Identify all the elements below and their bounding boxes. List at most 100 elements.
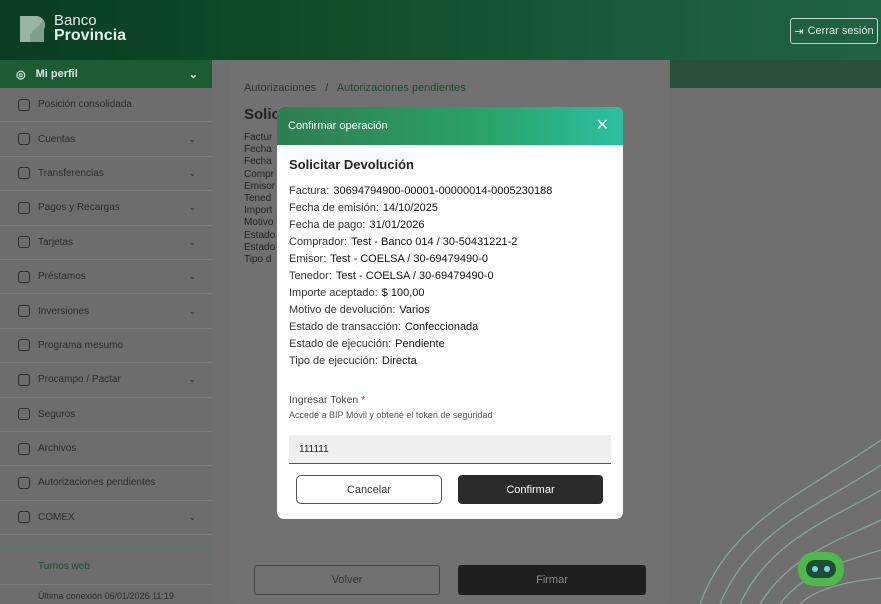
logout-button[interactable]: ⇥ Cerrar sesión	[790, 18, 878, 44]
chevron-down-icon: ⌄	[188, 133, 196, 144]
decorative-lines	[699, 439, 881, 604]
sidebar-item-1[interactable]: Cuentas ⌄	[0, 122, 212, 157]
detail-value: 31/01/2026	[369, 219, 425, 231]
detail-row: Importe aceptado: $ 100,00	[289, 285, 552, 302]
detail-value: Confeccionada	[404, 321, 479, 333]
sidebar-item-12[interactable]: COMEX ⌄	[0, 501, 212, 536]
background-details: Factur Fecha Fecha Compr Emisor Tened Import Mo…	[244, 132, 275, 266]
logo-line1: Banco	[54, 12, 97, 29]
sidebar-item-label: Posición consolidada	[38, 99, 132, 111]
sidebar-item-label: Procampo / Pactar	[38, 374, 121, 386]
page-title: Solic	[244, 106, 280, 123]
detail-row: Emisor: Test - COELSA / 30-69479490-0	[289, 251, 552, 268]
sign-button[interactable]: Firmar	[458, 565, 646, 595]
token-input[interactable]	[289, 435, 611, 464]
background-detail-line: Factur	[244, 132, 273, 143]
detail-value: Test - Banco 014 / 30-50431221-2	[351, 236, 518, 248]
sidebar-item-label: Transferencias	[38, 167, 104, 179]
sidebar-item-7[interactable]: Programa mesumo	[0, 329, 212, 364]
detail-row: Estado de ejecución: Pendiente	[289, 336, 552, 353]
detail-row: Estado de transacción: Confeccionada	[289, 319, 552, 336]
chevron-down-icon: ⌄	[188, 271, 196, 282]
detail-value: Pendiente	[395, 338, 445, 350]
background-detail-line: Import	[244, 205, 273, 217]
sidebar: ◎ Mi perfil ⌄ Posición consolidada Cuenta…	[0, 60, 212, 604]
sidebar-item-2[interactable]: Transferencias ⌄	[0, 157, 212, 192]
detail-label: Motivo de devolución:	[289, 304, 396, 316]
program-icon	[18, 339, 30, 352]
sidebar-item-label: Préstamos	[38, 271, 86, 283]
sidebar-item-label: Cuentas	[38, 133, 76, 145]
detail-value: Directa	[381, 355, 417, 367]
chevron-down-icon: ⌄	[188, 68, 198, 81]
breadcrumb-separator: /	[325, 82, 329, 94]
detail-label: Tipo de ejecución:	[289, 355, 378, 367]
sidebar-item-label: Tarjetas	[38, 236, 74, 248]
background-detail-line: Tipo d	[244, 254, 272, 266]
chevron-down-icon: ⌄	[188, 236, 196, 247]
background-detail-line: Estado	[244, 229, 276, 241]
sidebar-item-turnos-web[interactable]: Turnos web	[0, 548, 212, 584]
background-detail-line: Estado	[244, 241, 276, 253]
confirm-button[interactable]: Confirmar	[458, 475, 603, 504]
chevron-down-icon: ⌄	[188, 167, 196, 178]
last-connection: Última conexión 06/01/2026 11:19	[0, 584, 212, 604]
shield-icon	[18, 408, 30, 421]
sidebar-item-4[interactable]: Tarjetas ⌄	[0, 226, 212, 260]
back-button[interactable]: Volver	[254, 565, 440, 595]
sidebar-item-10[interactable]: Archivos	[0, 432, 212, 467]
sidebar-item-label: COMEX	[38, 511, 75, 523]
detail-label: Importe aceptado:	[289, 287, 378, 299]
detail-value: 30694794900-00001-00000014-0005230188	[333, 185, 553, 197]
close-icon[interactable]: ✕	[596, 118, 609, 134]
chevron-down-icon: ⌄	[188, 305, 196, 316]
detail-row: Tipo de ejecución: Directa	[289, 353, 552, 370]
globe-icon	[18, 511, 30, 524]
authorization-icon	[18, 476, 30, 489]
detail-row: Motivo de devolución: Varios	[289, 302, 552, 319]
sidebar-item-label: Seguros	[38, 408, 76, 420]
profile-label: Mi perfil	[35, 68, 78, 80]
breadcrumb: Autorizaciones / Autorizaciones pendient…	[244, 82, 466, 94]
cancel-button[interactable]: Cancelar	[296, 475, 442, 504]
sidebar-item-8[interactable]: Procampo / Pactar ⌄	[0, 363, 212, 398]
breadcrumb-root[interactable]: Autorizaciones	[244, 82, 316, 94]
sidebar-item-11[interactable]: Autorizaciones pendientes	[0, 466, 212, 501]
operation-details: Factura: 30694794900-00001-00000014-00052…	[289, 183, 552, 370]
breadcrumb-current: Autorizaciones pendientes	[336, 82, 466, 94]
card-icon	[18, 236, 30, 249]
logout-icon: ⇥	[794, 25, 804, 38]
detail-label: Tenedor:	[289, 270, 332, 282]
sidebar-item-9[interactable]: Seguros	[0, 398, 212, 432]
chevron-down-icon: ⌄	[188, 374, 196, 385]
sidebar-item-3[interactable]: Pagos y Recargas ⌄	[0, 191, 212, 226]
chart-icon	[18, 305, 30, 318]
sidebar-item-label: Archivos	[38, 443, 77, 455]
modal-title: Solicitar Devolución	[289, 157, 414, 172]
background-detail-line: Motivo	[244, 217, 274, 229]
sidebar-profile[interactable]: ◎ Mi perfil ⌄	[0, 60, 212, 88]
chevron-down-icon: ⌄	[188, 511, 196, 522]
detail-label: Fecha de emisión:	[289, 202, 379, 214]
detail-row: Fecha de pago: 31/01/2026	[289, 217, 552, 234]
background-detail-line: Fecha	[244, 144, 272, 156]
detail-label: Comprador:	[289, 236, 348, 248]
sidebar-item-label: Pagos y Recargas	[38, 202, 120, 214]
sidebar-item-label: Inversiones	[38, 305, 90, 317]
detail-label: Estado de ejecución:	[289, 338, 392, 350]
detail-value: 14/10/2025	[382, 202, 438, 214]
chatbot-icon[interactable]	[796, 548, 848, 592]
sidebar-item-6[interactable]: Inversiones ⌄	[0, 294, 212, 329]
top-header	[0, 0, 881, 60]
confirm-operation-modal: Confirmar operación ✕ Solicitar Devoluci…	[277, 107, 623, 519]
sidebar-item-5[interactable]: Préstamos ⌄	[0, 260, 212, 295]
sidebar-item-label: Autorizaciones pendientes	[38, 477, 156, 489]
bank-logo-text: Banco Provincia	[54, 12, 127, 44]
sidebar-item-0[interactable]: Posición consolidada	[0, 88, 212, 123]
background-detail-line: Emisor	[244, 180, 276, 192]
background-detail-line: Tened	[244, 193, 272, 205]
detail-label: Estado de transacción:	[289, 321, 401, 333]
logo-line2: Provincia	[54, 27, 127, 44]
token-help-text: Accedé a BIP Móvil y obtené el token de …	[289, 410, 493, 420]
detail-label: Emisor:	[289, 253, 327, 265]
